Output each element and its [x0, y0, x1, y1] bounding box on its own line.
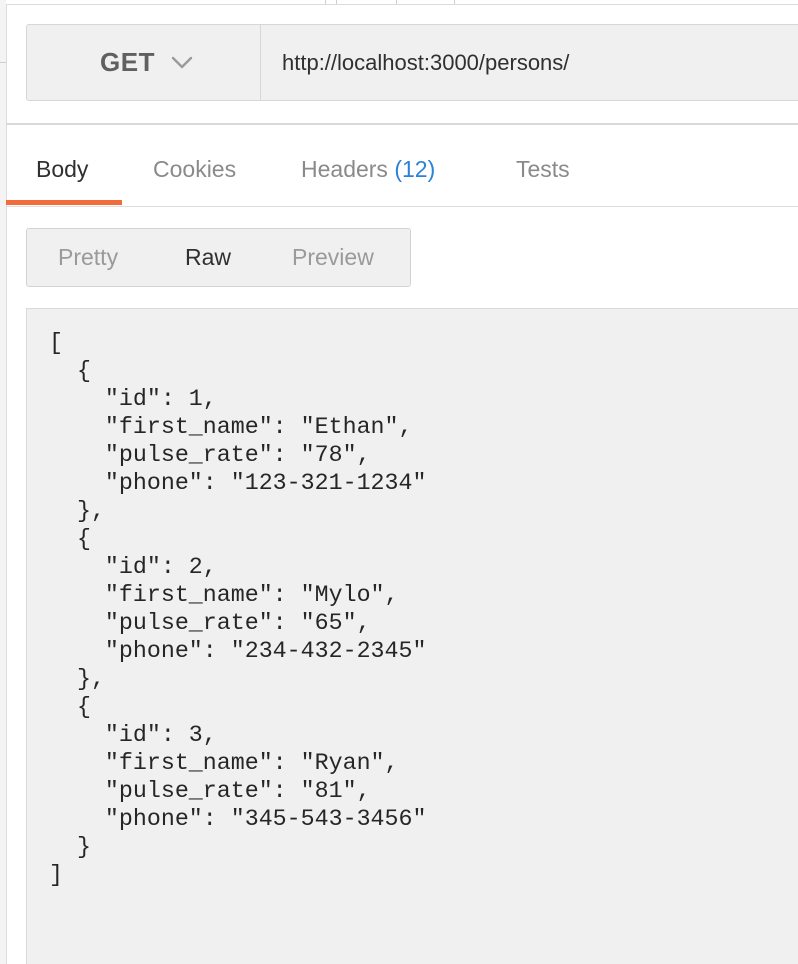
section-divider: [6, 123, 798, 125]
postman-window: GET http://localhost:3000/persons/ Body …: [0, 0, 798, 964]
format-toggle: Pretty Raw Preview: [26, 228, 411, 287]
method-dropdown[interactable]: GET: [27, 25, 261, 100]
tab-strip: [6, 0, 798, 5]
tab-cookies[interactable]: Cookies: [153, 156, 236, 183]
format-raw-button[interactable]: Raw: [185, 244, 231, 271]
code-line: {: [49, 358, 91, 384]
code-line: "phone": "345-543-3456": [49, 806, 427, 832]
code-line: "pulse_rate": "78",: [49, 442, 371, 468]
code-line: [: [49, 330, 63, 356]
code-line: "phone": "123-321-1234": [49, 470, 427, 496]
tab-divider: [454, 0, 455, 4]
url-input[interactable]: http://localhost:3000/persons/: [261, 25, 798, 100]
tab-divider: [325, 0, 326, 4]
code-line: "first_name": "Ethan",: [49, 414, 413, 440]
code-line: {: [49, 694, 91, 720]
format-preview-label: Preview: [292, 244, 374, 270]
tab-body[interactable]: Body: [36, 156, 88, 183]
response-tabs: Body Cookies Headers (12) Tests: [6, 140, 798, 207]
tab-tests[interactable]: Tests: [516, 156, 570, 183]
code-line: ]: [49, 862, 63, 888]
response-json: [ { "id": 1, "first_name": "Ethan", "pul…: [49, 329, 426, 889]
format-raw-label: Raw: [185, 244, 232, 270]
format-pretty-button[interactable]: Pretty: [58, 244, 118, 271]
code-line: "id": 2,: [49, 554, 217, 580]
code-line: "id": 3,: [49, 722, 217, 748]
active-tab-indicator: [6, 200, 122, 205]
code-line: },: [49, 666, 105, 692]
code-line: "id": 1,: [49, 386, 217, 412]
code-line: "pulse_rate": "81",: [49, 778, 371, 804]
code-line: {: [49, 526, 91, 552]
method-label: GET: [100, 47, 155, 77]
headers-count-badge: (12): [394, 156, 436, 182]
code-line: "first_name": "Mylo",: [49, 582, 399, 608]
code-line: "phone": "234-432-2345": [49, 638, 427, 664]
tab-headers-label: Headers: [301, 156, 388, 182]
tab-body-label: Body: [36, 156, 89, 182]
response-body[interactable]: [ { "id": 1, "first_name": "Ethan", "pul…: [26, 308, 798, 964]
code-line: "pulse_rate": "65",: [49, 610, 371, 636]
code-line: }: [49, 834, 91, 860]
url-value: http://localhost:3000/persons/: [282, 49, 570, 75]
tab-headers[interactable]: Headers (12): [301, 156, 435, 183]
tab-divider: [396, 0, 397, 4]
code-line: "first_name": "Ryan",: [49, 750, 399, 776]
format-preview-button[interactable]: Preview: [292, 244, 374, 271]
format-pretty-label: Pretty: [58, 244, 119, 270]
tab-divider: [336, 0, 337, 4]
code-line: },: [49, 498, 105, 524]
sidebar-divider: [0, 62, 6, 63]
tab-cookies-label: Cookies: [153, 156, 237, 182]
request-bar: GET http://localhost:3000/persons/: [26, 24, 798, 101]
tab-tests-label: Tests: [516, 156, 570, 182]
chevron-down-icon: [171, 56, 193, 68]
